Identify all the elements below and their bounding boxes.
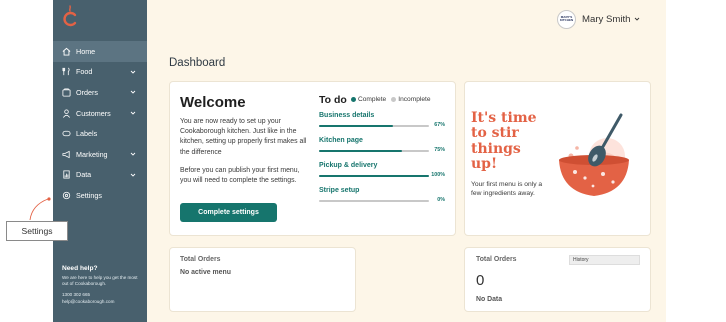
- task-name[interactable]: Business details: [319, 112, 445, 119]
- user-name[interactable]: Mary Smith: [582, 14, 631, 25]
- progress-track: [319, 200, 429, 202]
- cookaborough-logo-icon[interactable]: [62, 5, 78, 27]
- progress-fill: [319, 175, 429, 177]
- legend-incomplete-label: Incomplete: [398, 96, 431, 103]
- progress-percent: 100%: [431, 172, 445, 178]
- progress-fill: [319, 125, 393, 127]
- help-email[interactable]: help@cookaborough.com: [62, 299, 142, 305]
- todo-task-business-details[interactable]: Business details 67%: [319, 112, 445, 129]
- sidebar-nav: Home Food Orders Customers Labels Market…: [53, 41, 147, 206]
- total-orders-title: Total Orders: [180, 256, 221, 263]
- page-title: Dashboard: [169, 57, 226, 69]
- help-text: We are here to help you get the most out…: [62, 275, 138, 287]
- sidebar-item-label: Home: [76, 46, 96, 56]
- legend-complete-label: Complete: [358, 96, 387, 103]
- sidebar-item-food[interactable]: Food: [53, 62, 147, 83]
- progress-percent: 0%: [437, 197, 445, 203]
- sidebar-item-orders[interactable]: Orders: [53, 82, 147, 103]
- progress-percent: 75%: [434, 147, 445, 153]
- incomplete-legend-dot: [391, 97, 397, 102]
- settings-tooltip: Settings: [6, 221, 68, 241]
- sidebar-item-data[interactable]: Data: [53, 165, 147, 186]
- sidebar-item-label: Labels: [76, 129, 98, 139]
- sidebar-item-label: Food: [76, 67, 93, 77]
- sidebar-item-customers[interactable]: Customers: [53, 103, 147, 124]
- home-icon: [62, 47, 71, 56]
- megaphone-icon: [62, 150, 71, 159]
- todo-legend: Complete Incomplete: [351, 96, 436, 103]
- label-icon: [62, 129, 71, 138]
- task-name[interactable]: Kitchen page: [319, 137, 445, 144]
- sidebar-item-home[interactable]: Home: [53, 41, 147, 62]
- help-section: Need help? We are here to help you get t…: [62, 265, 142, 305]
- chevron-down-icon[interactable]: [130, 151, 136, 157]
- task-name[interactable]: Pickup & delivery: [319, 162, 445, 169]
- orders-icon: [62, 88, 71, 97]
- sidebar-item-settings[interactable]: Settings: [53, 185, 147, 206]
- welcome-settings-text: Before you can publish your first menu, …: [180, 167, 300, 185]
- sidebar-item-label: Settings: [76, 190, 102, 200]
- todo-task-stripe-setup[interactable]: Stripe setup 0%: [319, 187, 445, 204]
- total-orders-card-left: Total Orders No active menu: [169, 247, 356, 312]
- progress-track: [319, 150, 429, 152]
- sidebar-item-labels[interactable]: Labels: [53, 123, 147, 144]
- user-menu[interactable]: MARY'S KITCHEN Mary Smith: [557, 8, 640, 30]
- sidebar-item-label: Data: [76, 170, 92, 180]
- fork-knife-icon: [62, 67, 71, 76]
- mixing-bowl-illustration: [555, 112, 635, 208]
- sidebar-item-label: Orders: [76, 87, 98, 97]
- chevron-down-icon[interactable]: [634, 16, 640, 22]
- data-icon: [62, 170, 71, 179]
- user-icon: [62, 109, 71, 118]
- settings-icon: [62, 191, 71, 200]
- sidebar: Home Food Orders Customers Labels Market…: [53, 0, 147, 322]
- no-data-text: No Data: [476, 296, 503, 303]
- total-orders-value: 0: [476, 272, 485, 289]
- sidebar-item-label: Customers: [76, 108, 111, 118]
- right-margin: [666, 0, 726, 322]
- todo-task-kitchen-page[interactable]: Kitchen page 75%: [319, 137, 445, 154]
- progress-fill: [319, 150, 402, 152]
- complete-legend-dot: [351, 97, 356, 102]
- chevron-down-icon[interactable]: [130, 69, 136, 75]
- todo-task-pickup-delivery[interactable]: Pickup & delivery 100%: [319, 162, 445, 179]
- sidebar-item-marketing[interactable]: Marketing: [53, 144, 147, 165]
- chevron-down-icon[interactable]: [130, 89, 136, 95]
- chevron-down-icon[interactable]: [130, 110, 136, 116]
- sidebar-item-label: Marketing: [76, 149, 108, 159]
- complete-settings-button[interactable]: Complete settings: [180, 203, 277, 222]
- welcome-intro-text: You are now ready to set up your Cookabo…: [180, 118, 307, 156]
- welcome-title: Welcome: [180, 94, 246, 111]
- task-name[interactable]: Stripe setup: [319, 187, 445, 194]
- progress-track: [319, 175, 429, 177]
- promo-title: It's time to stir things up!: [471, 110, 537, 172]
- help-title: Need help?: [62, 265, 98, 272]
- todo-title: To do: [319, 94, 347, 106]
- no-active-menu-text: No active menu: [180, 269, 231, 276]
- chevron-down-icon[interactable]: [130, 172, 136, 178]
- avatar-text-line2: KITCHEN: [559, 18, 574, 22]
- promo-text: Your first menu is only a few ingredient…: [471, 181, 543, 197]
- history-select[interactable]: History: [569, 255, 640, 265]
- progress-track: [319, 125, 429, 127]
- avatar[interactable]: MARY'S KITCHEN: [557, 9, 576, 29]
- progress-percent: 67%: [434, 122, 445, 128]
